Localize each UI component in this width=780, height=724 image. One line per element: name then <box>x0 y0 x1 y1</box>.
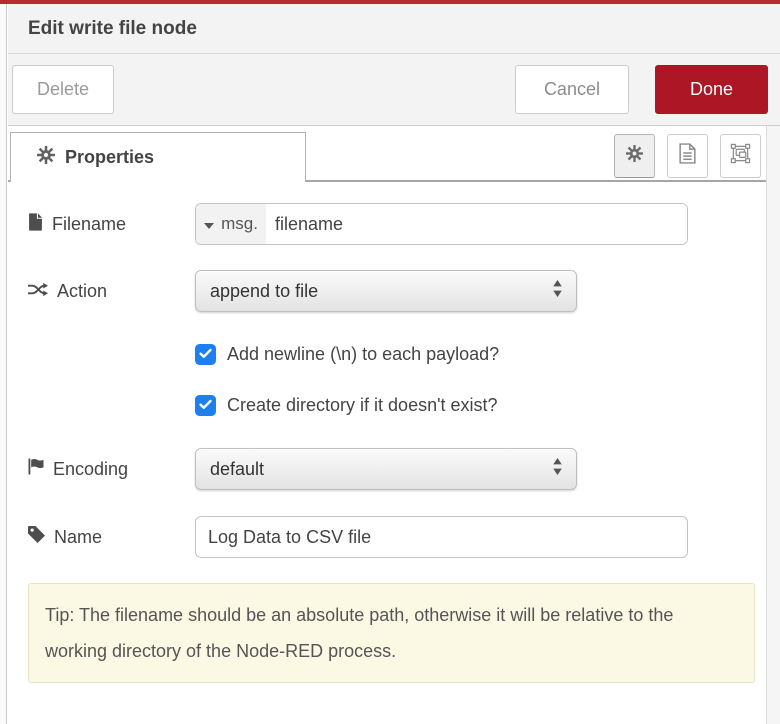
tip-text: Tip: The filename should be an absolute … <box>45 605 673 661</box>
delete-button[interactable]: Delete <box>12 65 114 114</box>
newline-checkbox-label[interactable]: Add newline (\n) to each payload? <box>227 344 499 365</box>
tab-icon-buttons <box>614 134 761 178</box>
edit-node-dialog: Edit write file node Delete Cancel Done <box>8 4 780 724</box>
dialog-title: Edit write file node <box>28 18 197 40</box>
cancel-button[interactable]: Cancel <box>515 65 629 114</box>
tip-box: Tip: The filename should be an absolute … <box>28 583 755 683</box>
createdir-checkbox[interactable] <box>195 395 216 416</box>
gear-icon <box>626 145 643 167</box>
select-spinner-icon <box>552 458 563 480</box>
done-button[interactable]: Done <box>655 65 768 114</box>
appearance-tab-button[interactable] <box>720 134 761 178</box>
createdir-checkbox-label[interactable]: Create directory if it doesn't exist? <box>227 395 498 416</box>
filename-row: Filename msg. <box>28 203 780 245</box>
shuffle-icon <box>28 281 48 302</box>
scrollbar-track[interactable] <box>766 126 780 724</box>
file-icon <box>28 213 43 236</box>
newline-checkbox[interactable] <box>195 344 216 365</box>
gear-icon <box>37 146 55 169</box>
flag-icon <box>28 458 44 480</box>
dialog-content: Properties <box>8 126 780 724</box>
document-icon <box>679 143 696 169</box>
filename-type-prefix: msg. <box>221 214 258 234</box>
description-tab-button[interactable] <box>667 134 708 178</box>
properties-tab-button[interactable] <box>614 134 655 178</box>
name-label: Name <box>28 526 195 548</box>
action-selected-value: append to file <box>210 281 318 302</box>
appearance-icon <box>730 143 751 169</box>
encoding-selected-value: default <box>210 459 264 480</box>
filename-type-select[interactable]: msg. <box>196 204 266 244</box>
name-row: Name <box>28 516 780 558</box>
filename-input[interactable] <box>266 204 687 244</box>
encoding-label: Encoding <box>28 458 195 480</box>
action-label: Action <box>28 281 195 302</box>
select-spinner-icon <box>552 280 563 302</box>
tab-properties-label: Properties <box>65 147 154 168</box>
newline-checkbox-row: Add newline (\n) to each payload? <box>28 344 780 365</box>
createdir-checkbox-row: Create directory if it doesn't exist? <box>28 395 780 416</box>
dialog-header: Edit write file node <box>8 4 780 54</box>
filename-label: Filename <box>28 213 195 236</box>
check-icon <box>199 397 212 415</box>
tag-icon <box>28 526 45 548</box>
encoding-select[interactable]: default <box>195 448 577 490</box>
action-row: Action append to file <box>28 270 780 312</box>
encoding-row: Encoding default <box>28 448 780 490</box>
action-select[interactable]: append to file <box>195 270 577 312</box>
check-icon <box>199 346 212 364</box>
name-input[interactable] <box>195 516 688 558</box>
chevron-down-icon <box>204 214 214 234</box>
tab-bar: Properties <box>8 126 780 182</box>
dialog-action-bar: Delete Cancel Done <box>8 54 780 126</box>
tab-properties[interactable]: Properties <box>10 132 306 182</box>
filename-typed-input: msg. <box>195 203 688 245</box>
tray-resize-edge[interactable] <box>0 4 7 724</box>
node-properties-form: Filename msg. <box>8 182 780 683</box>
